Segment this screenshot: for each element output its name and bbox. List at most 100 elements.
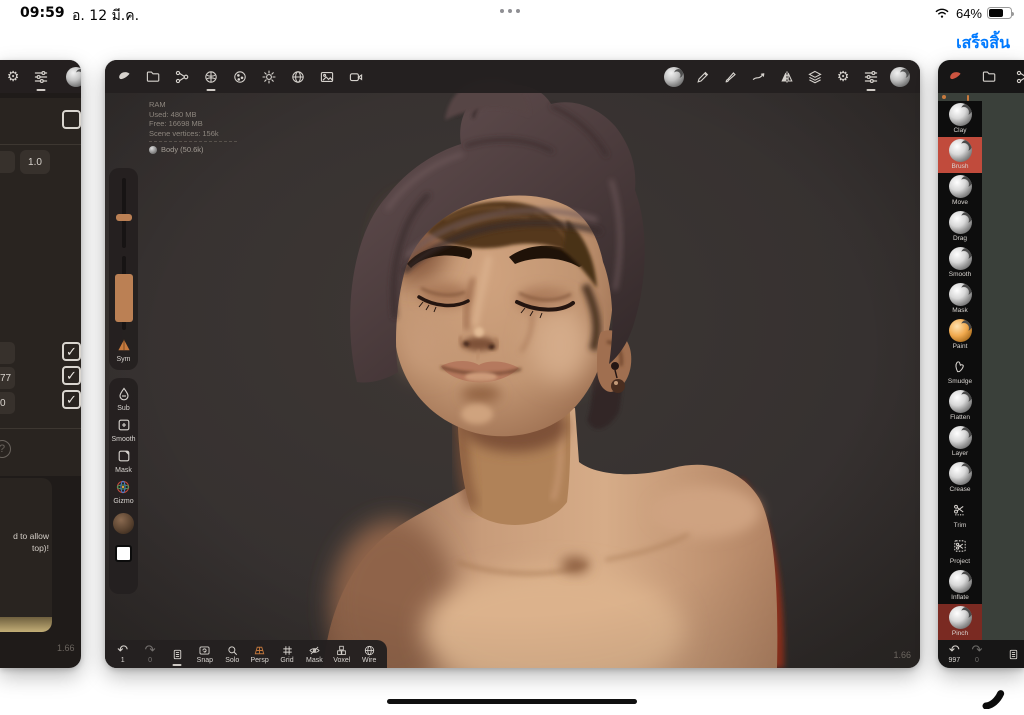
brush-sphere-icon xyxy=(949,103,972,126)
persp-button[interactable]: Persp xyxy=(247,640,273,668)
grid-button[interactable]: Grid xyxy=(274,640,300,668)
brush-item-clay[interactable]: Clay xyxy=(938,101,982,137)
done-button[interactable]: เสร็จสิ้น xyxy=(956,31,1010,56)
scene-object-row[interactable]: Body (50.6k) xyxy=(149,145,237,155)
brush-item-paint[interactable]: Paint xyxy=(938,317,982,353)
checkbox-checked[interactable] xyxy=(62,366,81,385)
paint-sphere-icon xyxy=(949,319,972,342)
sliders-icon[interactable] xyxy=(32,68,50,86)
brush-item-crease[interactable]: Crease xyxy=(938,460,982,496)
sub-tool-button[interactable]: Sub xyxy=(115,385,133,413)
brush-sphere-icon xyxy=(949,426,972,449)
paintbrush-icon[interactable] xyxy=(722,68,740,86)
brush-item-drag[interactable]: Drag xyxy=(938,209,982,245)
square-plus-icon xyxy=(115,416,133,434)
field-fragment[interactable] xyxy=(0,342,15,364)
brush-item-smudge[interactable]: Smudge xyxy=(938,353,982,389)
pencil-stroke-mark xyxy=(980,681,1010,709)
checkbox-checked[interactable] xyxy=(62,342,81,361)
wrench-icon[interactable] xyxy=(946,68,964,86)
zoom-indicator: 1.66 xyxy=(893,650,911,660)
solo-button[interactable]: Solo xyxy=(219,640,245,668)
scene-graph-icon[interactable] xyxy=(1014,68,1024,86)
multitask-dots-icon[interactable] xyxy=(500,9,520,13)
gizmo-tool-button[interactable]: Gizmo xyxy=(113,478,133,506)
trackball-icon[interactable] xyxy=(890,67,910,87)
symmetry-icon xyxy=(115,336,133,354)
matcap-icon[interactable] xyxy=(231,68,249,86)
redo-button[interactable]: ↷ 0 xyxy=(137,640,163,668)
field-fragment[interactable]: 77 xyxy=(0,367,15,389)
brush-item-move[interactable]: Move xyxy=(938,173,982,209)
symmetry-button[interactable]: Sym xyxy=(109,336,138,364)
panel-toggle-button[interactable] xyxy=(164,640,190,668)
wire-button[interactable]: Wire xyxy=(356,640,382,668)
value-field[interactable]: 1.0 xyxy=(20,150,50,174)
checkbox-checked[interactable] xyxy=(62,390,81,409)
material-swatch[interactable] xyxy=(113,513,134,534)
voxel-cubes-icon xyxy=(334,643,349,657)
right-app-window: Clay Brush Move Drag Smooth Mask Paint xyxy=(938,60,1024,668)
status-bar: 09:59 อ. 12 มี.ค. 64% xyxy=(0,0,1024,24)
mesh-icon xyxy=(149,146,157,154)
undo-button[interactable]: ↶ 997 xyxy=(944,640,965,668)
undo-button[interactable]: ↶ 1 xyxy=(110,640,136,668)
color-swatch[interactable] xyxy=(115,545,132,562)
checkbox[interactable] xyxy=(62,110,81,129)
layers-icon[interactable] xyxy=(806,68,824,86)
redo-button[interactable]: ↷ 0 xyxy=(967,640,988,668)
field-fragment[interactable]: 0 xyxy=(0,392,15,414)
smooth-tool-button[interactable]: Smooth xyxy=(111,416,135,444)
brush-item-brush[interactable]: Brush xyxy=(938,137,982,173)
stroke-icon[interactable] xyxy=(750,68,768,86)
note-text: d to allow top)! xyxy=(13,530,49,554)
brush-item-inflate[interactable]: Inflate xyxy=(938,568,982,604)
ram-title: RAM xyxy=(149,100,237,110)
material-icon[interactable] xyxy=(202,68,220,86)
radius-slider[interactable] xyxy=(122,178,126,248)
viewport-toolbar: ↶ 1 ↷ 0 Snap xyxy=(105,640,387,668)
scissors-box-icon xyxy=(949,535,971,557)
brush-item-flatten[interactable]: Flatten xyxy=(938,389,982,425)
camera-icon[interactable] xyxy=(347,68,365,86)
side-panel-icon xyxy=(170,647,185,661)
field-fragment[interactable] xyxy=(0,151,15,173)
snap-button[interactable]: Snap xyxy=(192,640,218,668)
brush-item-project[interactable]: Project xyxy=(938,532,982,568)
home-indicator[interactable] xyxy=(387,699,637,704)
grid-icon xyxy=(280,643,295,657)
stats-overlay: RAM Used: 480 MB Free: 16698 MB Scene ve… xyxy=(149,100,237,155)
trackball-icon[interactable] xyxy=(66,67,81,87)
gear-icon[interactable]: ⚙ xyxy=(4,68,22,86)
quick-tools-strip: Sub Smooth Mask xyxy=(109,378,138,594)
help-icon[interactable]: ? xyxy=(0,440,11,458)
folder-icon[interactable] xyxy=(980,68,998,86)
folder-icon[interactable] xyxy=(144,68,162,86)
radius-slider-handle[interactable] xyxy=(116,214,132,221)
voxel-button[interactable]: Voxel xyxy=(329,640,355,668)
environment-icon[interactable] xyxy=(289,68,307,86)
intensity-slider-handle[interactable] xyxy=(115,274,133,322)
ram-used: Used: 480 MB xyxy=(149,110,237,120)
trackball-icon[interactable] xyxy=(664,67,684,87)
brush-item-pinch[interactable]: Pinch xyxy=(938,604,982,640)
mask-tool-button[interactable]: Mask xyxy=(115,447,133,475)
brush-item-trim[interactable]: Trim xyxy=(938,496,982,532)
brush-sphere-icon xyxy=(949,570,972,593)
wrench-icon[interactable] xyxy=(115,68,133,86)
sliders-icon[interactable] xyxy=(862,68,880,86)
panel-toggle-button[interactable] xyxy=(1003,640,1024,668)
mask-view-button[interactable]: Mask xyxy=(301,640,327,668)
pencil-icon[interactable] xyxy=(694,68,712,86)
mirror-icon[interactable] xyxy=(778,68,796,86)
brush-item-mask[interactable]: Mask xyxy=(938,281,982,317)
redo-icon: ↷ xyxy=(145,645,156,657)
right-window-toolbar xyxy=(938,60,1024,93)
image-icon[interactable] xyxy=(318,68,336,86)
brush-item-smooth[interactable]: Smooth xyxy=(938,245,982,281)
light-icon[interactable] xyxy=(260,68,278,86)
scene-graph-icon[interactable] xyxy=(173,68,191,86)
brush-item-layer[interactable]: Layer xyxy=(938,424,982,460)
gear-icon[interactable]: ⚙ xyxy=(834,68,852,86)
zoom-indicator: 1.66 xyxy=(57,643,75,653)
